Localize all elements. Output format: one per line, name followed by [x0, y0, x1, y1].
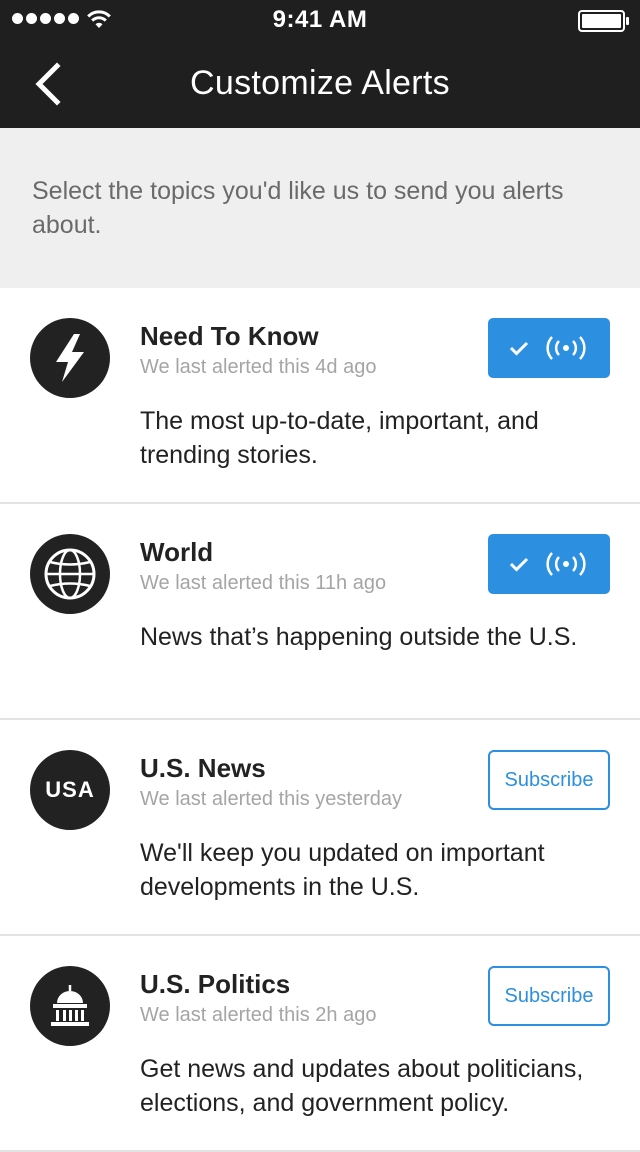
topic-description: We'll keep you updated on important deve… [140, 839, 545, 901]
topic-description: The most up-to-date, important, and tren… [140, 407, 539, 469]
topic-us-politics: U.S. Politics We last alerted this 2h ag… [0, 936, 640, 1152]
usa-badge-text: USA [45, 777, 95, 802]
topic-last-alerted: We last alerted this yesterday [140, 788, 402, 810]
topic-name: Need To Know [140, 321, 319, 351]
status-time: 9:41 AM [272, 6, 368, 33]
topic-list: Need To Know We last alerted this 4d ago… [0, 288, 640, 1152]
topic-world: World We last alerted this 11h ago News … [0, 504, 640, 720]
topic-name: World [140, 537, 214, 567]
topic-name: U.S. Politics [140, 969, 291, 999]
usa-badge-icon: USA [30, 750, 110, 830]
lightning-icon [30, 318, 110, 398]
capitol-icon [30, 966, 110, 1046]
broadcast-icon [546, 336, 586, 360]
topic-description: Get news and updates about politicians, … [140, 1055, 584, 1117]
topic-us-news: USA U.S. News We last alerted this yeste… [0, 720, 640, 936]
subscribe-button[interactable]: Subscribe [488, 750, 610, 810]
status-bar: 9:41 AM [0, 0, 640, 40]
topic-last-alerted: We last alerted this 4d ago [140, 356, 377, 378]
subscribe-button[interactable]: Subscribe [488, 966, 610, 1026]
topic-description: News that’s happening outside the U.S. [140, 623, 578, 651]
globe-icon [30, 534, 110, 614]
topic-need-to-know: Need To Know We last alerted this 4d ago… [0, 288, 640, 504]
broadcast-icon [546, 552, 586, 576]
intro-text: Select the topics you'd like us to send … [0, 128, 640, 288]
topic-last-alerted: We last alerted this 2h ago [140, 1004, 377, 1026]
nav-bar: Customize Alerts [0, 40, 640, 128]
subscribed-toggle-button[interactable] [488, 318, 610, 378]
topic-name: U.S. News [140, 753, 266, 783]
subscribed-toggle-button[interactable] [488, 534, 610, 594]
battery-icon [578, 10, 629, 32]
checkmark-icon [509, 341, 529, 356]
checkmark-icon [509, 557, 529, 572]
topic-last-alerted: We last alerted this 11h ago [140, 572, 387, 594]
page-title: Customize Alerts [190, 64, 450, 102]
